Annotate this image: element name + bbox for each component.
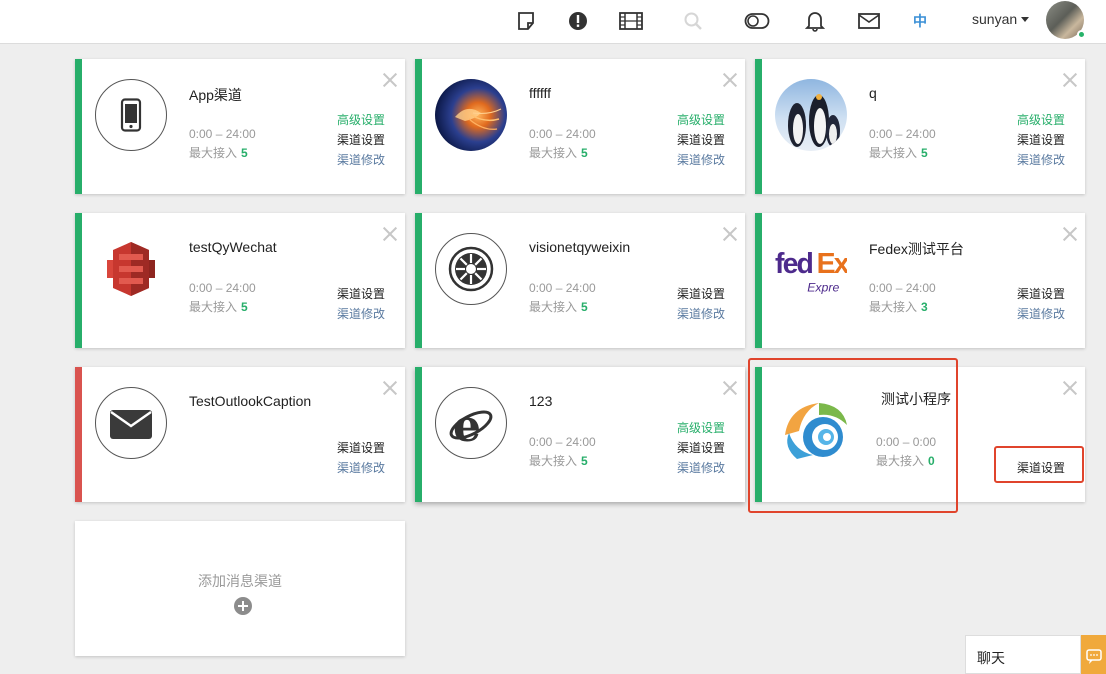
online-status-dot bbox=[1077, 30, 1086, 39]
channel-edit-link[interactable]: 渠道修改 bbox=[1017, 151, 1065, 168]
advanced-settings-link[interactable]: 高级设置 bbox=[677, 111, 725, 128]
channel-settings-link[interactable]: 渠道设置 bbox=[337, 439, 385, 456]
user-menu[interactable]: sunyan bbox=[972, 11, 1030, 27]
close-icon[interactable] bbox=[381, 71, 399, 89]
channel-settings-link[interactable]: 渠道设置 bbox=[1017, 459, 1065, 476]
channel-settings-link[interactable]: 渠道设置 bbox=[1017, 131, 1065, 148]
note-icon[interactable] bbox=[513, 8, 539, 34]
search-icon[interactable] bbox=[680, 8, 706, 34]
alert-icon[interactable] bbox=[565, 8, 591, 34]
close-icon[interactable] bbox=[1061, 225, 1079, 243]
close-icon[interactable] bbox=[1061, 71, 1079, 89]
svg-text:fed: fed bbox=[775, 248, 812, 280]
channel-card: TestOutlookCaption 渠道设置 渠道修改 bbox=[75, 367, 405, 502]
max-access: 最大接入 5 bbox=[529, 300, 588, 314]
envelope-icon bbox=[95, 387, 167, 459]
close-icon[interactable] bbox=[1061, 379, 1079, 397]
advanced-settings-link[interactable]: 高级设置 bbox=[677, 419, 725, 436]
chat-widget[interactable]: 聊天 bbox=[965, 635, 1081, 674]
svg-text:Expre: Expre bbox=[807, 281, 839, 295]
channel-edit-link[interactable]: 渠道修改 bbox=[1017, 305, 1065, 322]
channel-hours: 0:00 – 24:00 bbox=[529, 435, 596, 449]
max-access: 最大接入 3 bbox=[869, 300, 928, 314]
language-switch[interactable]: 中 bbox=[913, 11, 927, 31]
add-channel-card[interactable]: 添加消息渠道 bbox=[75, 521, 405, 656]
channel-name: 测试小程序 bbox=[881, 391, 951, 407]
toggle-icon[interactable] bbox=[744, 8, 770, 34]
max-access: 最大接入 5 bbox=[529, 454, 588, 468]
close-icon[interactable] bbox=[381, 225, 399, 243]
channel-card: testQyWechat 0:00 – 24:00 最大接入 5 渠道设置 渠道修… bbox=[75, 213, 405, 348]
channel-name: ffffff bbox=[529, 85, 552, 101]
channel-hours: 0:00 – 24:00 bbox=[189, 127, 256, 141]
close-icon[interactable] bbox=[721, 71, 739, 89]
channel-name: TestOutlookCaption bbox=[189, 393, 312, 409]
channel-name: Fedex测试平台 bbox=[869, 241, 964, 257]
channel-card: App渠道 0:00 – 24:00 最大接入 5 高级设置 渠道设置 渠道修改 bbox=[75, 59, 405, 194]
penguins-image bbox=[775, 79, 847, 151]
channel-settings-link[interactable]: 渠道设置 bbox=[677, 131, 725, 148]
channel-name: testQyWechat bbox=[189, 239, 277, 255]
svg-text:Ex: Ex bbox=[817, 248, 847, 280]
top-bar: 中 sunyan bbox=[0, 0, 1106, 44]
caret-down-icon bbox=[1021, 17, 1030, 22]
channel-card: ffffff 0:00 – 24:00 最大接入 5 高级设置 渠道设置 渠道修改 bbox=[415, 59, 745, 194]
chat-bubble-icon[interactable] bbox=[1081, 635, 1106, 674]
channel-hours: 0:00 – 24:00 bbox=[529, 127, 596, 141]
max-access: 最大接入 5 bbox=[529, 146, 588, 160]
channel-hours: 0:00 – 24:00 bbox=[529, 281, 596, 295]
max-access: 最大接入 5 bbox=[189, 146, 248, 160]
imperial-emblem-icon bbox=[435, 233, 507, 305]
channel-settings-link[interactable]: 渠道设置 bbox=[677, 285, 725, 302]
aws-s3-icon bbox=[95, 233, 167, 305]
plus-circle-icon bbox=[234, 597, 252, 615]
channel-name: q bbox=[869, 85, 877, 101]
advanced-settings-link[interactable]: 高级设置 bbox=[337, 111, 385, 128]
channel-name: 123 bbox=[529, 393, 553, 409]
internet-explorer-icon: e bbox=[435, 387, 507, 459]
channel-settings-link[interactable]: 渠道设置 bbox=[1017, 285, 1065, 302]
channel-edit-link[interactable]: 渠道修改 bbox=[677, 305, 725, 322]
channel-settings-link[interactable]: 渠道设置 bbox=[677, 439, 725, 456]
phone-icon bbox=[95, 79, 167, 151]
channel-settings-link[interactable]: 渠道设置 bbox=[337, 131, 385, 148]
chat-label: 聊天 bbox=[977, 651, 1005, 667]
jellyfish-image bbox=[435, 79, 507, 151]
mail-icon[interactable] bbox=[856, 8, 882, 34]
max-access: 最大接入 5 bbox=[189, 300, 248, 314]
channel-hours: 0:00 – 24:00 bbox=[869, 127, 936, 141]
channel-edit-link[interactable]: 渠道修改 bbox=[677, 459, 725, 476]
close-icon[interactable] bbox=[721, 379, 739, 397]
channel-card: q 0:00 – 24:00 最大接入 5 高级设置 渠道设置 渠道修改 bbox=[755, 59, 1085, 194]
bell-icon[interactable] bbox=[802, 8, 828, 34]
fedex-logo: fed Ex Expre bbox=[775, 233, 847, 305]
channel-name: visionetqyweixin bbox=[529, 239, 631, 255]
advanced-settings-link[interactable]: 高级设置 bbox=[1017, 111, 1065, 128]
channel-card: visionetqyweixin 0:00 – 24:00 最大接入 5 渠道设置… bbox=[415, 213, 745, 348]
channel-name: App渠道 bbox=[189, 87, 242, 103]
channel-edit-link[interactable]: 渠道修改 bbox=[677, 151, 725, 168]
channel-card: 测试小程序 0:00 – 0:00 最大接入 0 渠道设置 bbox=[755, 367, 1085, 502]
channel-edit-link[interactable]: 渠道修改 bbox=[337, 305, 385, 322]
channel-edit-link[interactable]: 渠道修改 bbox=[337, 459, 385, 476]
channel-edit-link[interactable]: 渠道修改 bbox=[337, 151, 385, 168]
channel-hours: 0:00 – 24:00 bbox=[189, 281, 256, 295]
film-icon[interactable] bbox=[618, 8, 644, 34]
username: sunyan bbox=[972, 11, 1018, 27]
max-access: 最大接入 0 bbox=[876, 454, 935, 468]
channel-hours: 0:00 – 0:00 bbox=[876, 435, 937, 449]
add-channel-label: 添加消息渠道 bbox=[198, 574, 282, 590]
channel-hours: 0:00 – 24:00 bbox=[869, 281, 936, 295]
close-icon[interactable] bbox=[381, 379, 399, 397]
mini-program-logo bbox=[779, 395, 853, 469]
channel-settings-link[interactable]: 渠道设置 bbox=[337, 285, 385, 302]
close-icon[interactable] bbox=[721, 225, 739, 243]
channel-card: e 123 0:00 – 24:00 最大接入 5 高级设置 渠道设置 渠道修改 bbox=[415, 367, 745, 502]
channel-card: fed Ex Expre Fedex测试平台 0:00 – 24:00 最大接入 3 … bbox=[755, 213, 1085, 348]
max-access: 最大接入 5 bbox=[869, 146, 928, 160]
